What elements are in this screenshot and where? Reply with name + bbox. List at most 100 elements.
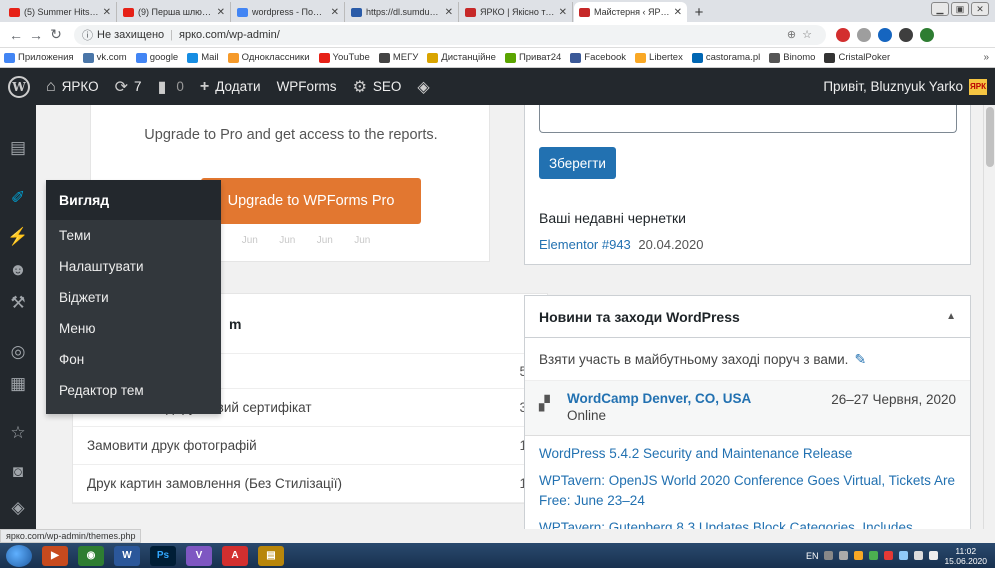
taskbar-clock[interactable]: 11:02 15.06.2020	[944, 546, 987, 566]
menu-users-icon[interactable]: ☻	[0, 253, 36, 287]
draft-content-textarea[interactable]	[539, 105, 957, 133]
reload-icon[interactable]: ↻	[46, 26, 66, 43]
minimize-icon[interactable]: ▁	[931, 2, 949, 16]
scrollbar-thumb[interactable]	[986, 107, 994, 167]
bookmark-binomo[interactable]: Binomo	[769, 52, 815, 63]
menu-appearance-icon[interactable]: ✐	[0, 181, 36, 215]
taskbar-viber-icon[interactable]: V	[186, 545, 212, 566]
bookmark-libertex[interactable]: Libertex	[635, 52, 683, 63]
menu-settings-icon[interactable]: ◎	[0, 335, 36, 369]
news-link[interactable]: WordPress 5.4.2 Security and Maintenance…	[539, 444, 956, 464]
flyout-item-theme-editor[interactable]: Редактор тем	[46, 375, 221, 406]
comments-link[interactable]: ▮ 0	[150, 68, 192, 105]
bookmark-privat24[interactable]: Приват24	[504, 52, 561, 63]
back-icon[interactable]: ←	[6, 27, 26, 43]
bookmark-distance[interactable]: Дистанційне	[427, 52, 496, 63]
bookmark-facebook[interactable]: Facebook	[570, 52, 626, 63]
network-icon[interactable]	[914, 551, 924, 560]
flyout-item-widgets[interactable]: Віджети	[46, 282, 221, 313]
taskbar-photoshop-icon[interactable]: Ps	[150, 545, 176, 566]
news-link[interactable]: WPTavern: OpenJS World 2020 Conference G…	[539, 471, 956, 511]
bookmark-odnoklassniki[interactable]: Одноклассники	[227, 52, 310, 63]
tray-app-icon[interactable]	[884, 551, 894, 560]
bookmark-cristalpoker[interactable]: CristalPoker	[824, 52, 890, 63]
close-window-icon[interactable]: ✕	[971, 2, 989, 16]
menu-widgets-icon[interactable]: ▦	[0, 367, 36, 401]
wpforms-link[interactable]: WPForms	[269, 68, 345, 105]
bookmark-mail[interactable]: Mail	[187, 52, 219, 63]
tray-app-icon[interactable]	[854, 551, 864, 560]
browser-tab-active[interactable]: Майстерня ‹ ЯРКО — W✕	[574, 2, 687, 22]
event-title-link[interactable]: WordCamp Denver, CO, USA	[567, 391, 751, 406]
bookmark-megu[interactable]: МЕГУ	[378, 52, 418, 63]
menu-extension-icon[interactable]	[920, 27, 934, 42]
flyout-heading-appearance[interactable]: Вигляд	[46, 180, 221, 220]
browser-tab[interactable]: ЯРКО | Якісно та швидк✕	[460, 2, 573, 22]
dapp-extension-icon[interactable]	[878, 27, 892, 42]
forward-icon[interactable]: →	[26, 27, 46, 43]
menu-diamond-icon[interactable]: ◈	[0, 491, 36, 525]
save-draft-button[interactable]: Зберегти	[539, 147, 616, 179]
flyout-item-customize[interactable]: Налаштувати	[46, 251, 221, 282]
zoom-star-icons[interactable]: ⊕☆	[787, 28, 818, 41]
browser-tab[interactable]: https://dl.sumdu.edu.ua/✕	[346, 2, 459, 22]
site-name-link[interactable]: ⌂ ЯРКО	[38, 68, 107, 105]
tray-app-icon[interactable]	[839, 551, 849, 560]
menu-plugins-icon[interactable]: ⚡	[0, 220, 36, 254]
close-tab-icon[interactable]: ✕	[674, 7, 682, 18]
bookmark-apps[interactable]: Приложения	[4, 52, 74, 63]
maximize-icon[interactable]: ▣	[951, 2, 969, 16]
news-link[interactable]: WPTavern: Gutenberg 8.3 Updates Block Ca…	[539, 518, 956, 529]
add-new-link[interactable]: + Додати	[192, 68, 269, 105]
pencil-edit-icon[interactable]: ✎	[854, 351, 866, 368]
menu-instagram-icon[interactable]: ◙	[0, 455, 36, 489]
close-tab-icon[interactable]: ✕	[559, 7, 567, 18]
close-tab-icon[interactable]: ✕	[103, 7, 111, 18]
close-tab-icon[interactable]: ✕	[217, 7, 225, 18]
table-row[interactable]: Друк картин замовлення (Без Стилізації)1	[73, 465, 547, 503]
tray-app-icon[interactable]	[824, 551, 834, 560]
diamond-plugin-link[interactable]: ◈	[409, 68, 443, 105]
profile-avatar-icon[interactable]	[899, 27, 913, 42]
seo-link[interactable]: ⚙ SEO	[345, 68, 410, 105]
bookmark-vk[interactable]: vk.com	[82, 52, 127, 63]
browser-tab[interactable]: (9) Перша шлюбна ніч ▫✕	[118, 2, 231, 22]
address-input[interactable]: ⓘ Не захищено | ярко.com/wp-admin/ ⊕☆	[74, 24, 826, 45]
taskbar-word-icon[interactable]: W	[114, 545, 140, 566]
menu-tools-icon[interactable]: ⚒	[0, 286, 36, 320]
bookmark-castorama[interactable]: castorama.pl	[691, 52, 760, 63]
bookmark-google[interactable]: google	[135, 52, 178, 63]
new-tab-button[interactable]: +	[688, 2, 710, 22]
language-indicator[interactable]: EN	[806, 551, 819, 561]
bookmark-youtube[interactable]: YouTube	[318, 52, 370, 63]
flyout-item-menus[interactable]: Меню	[46, 313, 221, 344]
shield-extension-icon[interactable]	[857, 27, 871, 42]
taskbar-media-player-icon[interactable]: ▶	[42, 545, 68, 566]
my-account-link[interactable]: Привіт, Bluznyuk Yarko ЯРК	[823, 78, 995, 95]
adblock-extension-icon[interactable]	[836, 27, 850, 42]
volume-icon[interactable]	[929, 551, 939, 560]
menu-star-icon[interactable]: ☆	[0, 416, 36, 450]
collapse-arrow-icon[interactable]: ▲	[946, 311, 956, 322]
tray-app-icon[interactable]	[899, 551, 909, 560]
taskbar-acrobat-icon[interactable]: A	[222, 545, 248, 566]
taskbar-chrome-icon[interactable]: ◉	[78, 545, 104, 566]
windows-start-icon[interactable]	[6, 544, 32, 567]
close-tab-icon[interactable]: ✕	[331, 7, 339, 18]
close-tab-icon[interactable]: ✕	[445, 7, 453, 18]
bookmarks-more-icon[interactable]: »	[983, 52, 989, 63]
draft-link[interactable]: Elementor #943	[539, 237, 631, 252]
browser-tab[interactable]: (5) Summer Hits 2020 ☀✕	[4, 2, 117, 22]
updates-link[interactable]: ⟳ 7	[107, 68, 150, 105]
tray-app-icon[interactable]	[869, 551, 879, 560]
info-icon[interactable]: ⓘ	[82, 27, 93, 43]
flyout-item-background[interactable]: Фон	[46, 344, 221, 375]
menu-forms-icon[interactable]: ▤	[0, 131, 36, 165]
wp-logo-button[interactable]: W	[0, 68, 38, 105]
page-scrollbar[interactable]	[983, 105, 995, 529]
table-row[interactable]: Замовити друк фотографій1	[73, 427, 547, 465]
news-widget-header[interactable]: Новини та заходи WordPress ▲	[525, 296, 970, 338]
flyout-item-themes[interactable]: Теми	[46, 220, 221, 251]
browser-tab[interactable]: wordpress - Пошук Goo✕	[232, 2, 345, 22]
taskbar-explorer-icon[interactable]: ▤	[258, 545, 284, 566]
